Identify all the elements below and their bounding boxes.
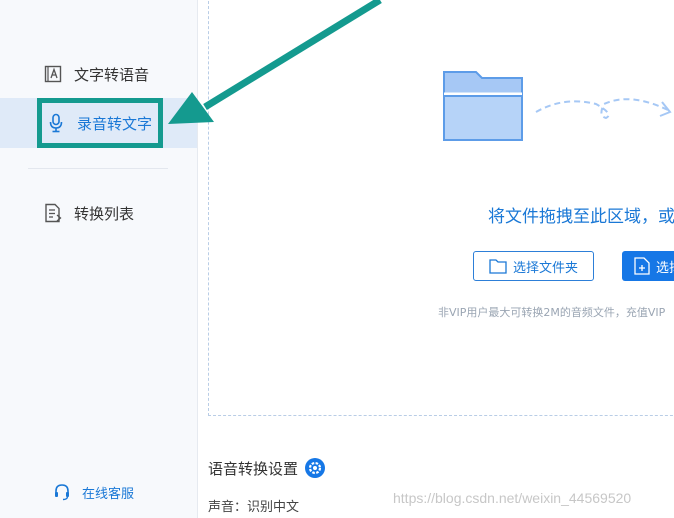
text-doc-icon — [42, 63, 64, 85]
watermark: https://blog.csdn.net/weixin_44569520 — [393, 490, 632, 506]
folder-icon — [442, 70, 524, 146]
select-file-button[interactable]: 选择文件 — [622, 251, 674, 281]
highlight-box: 录音转文字 — [37, 98, 163, 148]
dashed-arrow-icon — [534, 92, 674, 128]
sidebar: 文字转语音 录音转文字 转换列表 在线客服 — [0, 0, 198, 518]
sidebar-item-text-to-speech[interactable]: 文字转语音 — [0, 49, 197, 99]
online-service-link[interactable]: 在线客服 — [52, 482, 134, 502]
microphone-icon — [45, 112, 67, 134]
sidebar-item-label: 转换列表 — [74, 204, 135, 223]
sidebar-item-speech-to-text[interactable]: 录音转文字 — [0, 98, 197, 148]
select-folder-label: 选择文件夹 — [512, 260, 578, 276]
sidebar-item-conversion-list[interactable]: 转换列表 — [0, 188, 197, 238]
drop-instruction: 将文件拖拽至此区域，或 — [488, 207, 674, 227]
online-service-label: 在线客服 — [82, 486, 135, 502]
headset-icon — [52, 482, 72, 502]
divider — [28, 168, 168, 169]
list-doc-icon — [42, 202, 64, 224]
select-folder-button[interactable]: 选择文件夹 — [473, 251, 594, 281]
sidebar-item-label: 文字转语音 — [74, 65, 150, 84]
voice-setting: 声音：识别中文 — [208, 496, 299, 515]
select-file-label: 选择文件 — [656, 260, 674, 276]
folder-outline-icon — [489, 258, 507, 274]
voice-label: 声音： — [208, 500, 248, 515]
settings-title: 语音转换设置 — [208, 457, 326, 479]
vip-hint: 非VIP用户最大可转换2M的音频文件，充值VIP — [438, 306, 666, 319]
sidebar-item-label: 录音转文字 — [77, 114, 153, 133]
voice-value: 识别中文 — [247, 500, 300, 515]
gear-icon[interactable] — [304, 457, 326, 479]
settings-title-text: 语音转换设置 — [208, 459, 299, 478]
file-add-icon — [634, 257, 650, 275]
